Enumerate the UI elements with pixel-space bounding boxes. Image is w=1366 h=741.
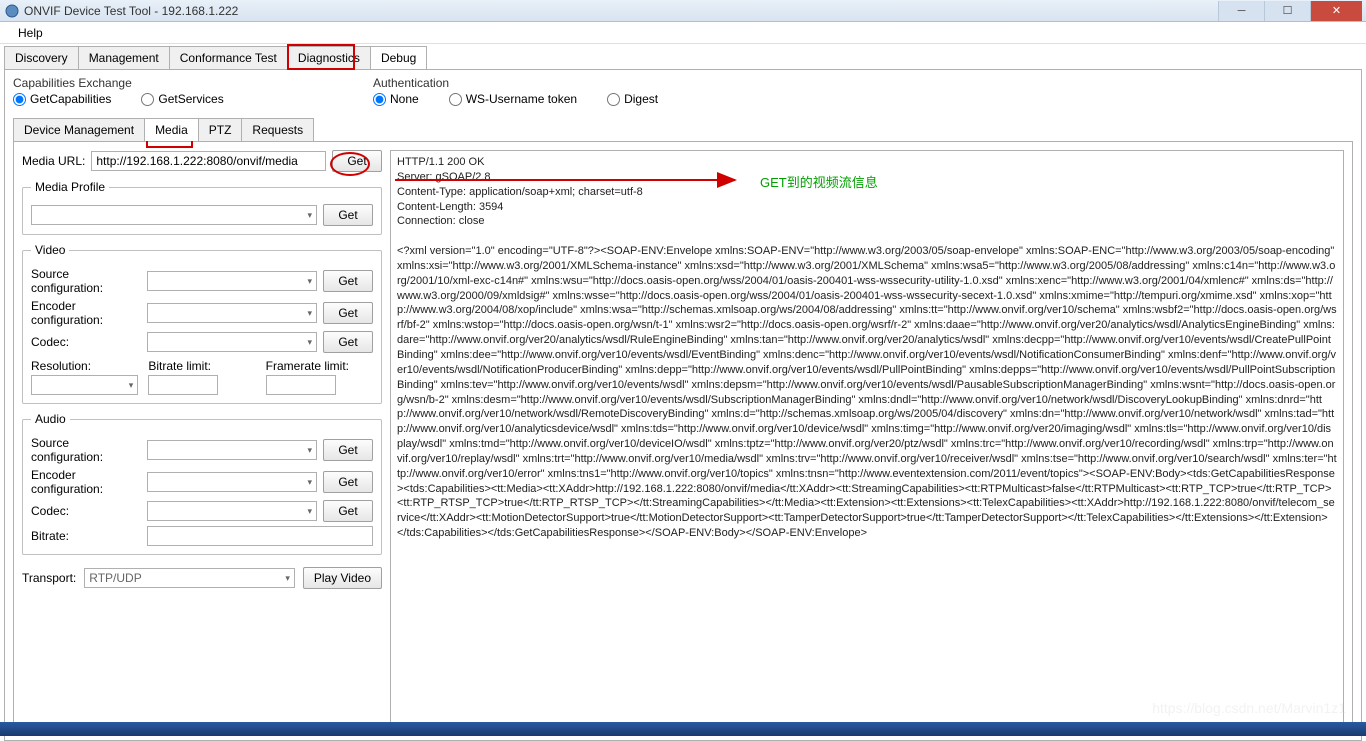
video-srccfg-combo[interactable] (147, 271, 317, 291)
video-enccfg-get[interactable]: Get (323, 302, 373, 324)
titlebar: ONVIF Device Test Tool - 192.168.1.222 ─… (0, 0, 1366, 22)
audio-bitrate-input[interactable] (147, 526, 373, 546)
subtab-device-management[interactable]: Device Management (13, 118, 145, 141)
close-button[interactable]: ✕ (1310, 1, 1362, 21)
audio-srccfg-combo[interactable] (147, 440, 317, 460)
radio-auth-digest[interactable]: Digest (607, 92, 658, 106)
sub-tabs: Device Management Media PTZ Requests (13, 118, 1353, 141)
audio-codec-get[interactable]: Get (323, 500, 373, 522)
audio-enccfg-combo[interactable] (147, 472, 317, 492)
tab-conformance[interactable]: Conformance Test (169, 46, 288, 69)
window-title: ONVIF Device Test Tool - 192.168.1.222 (24, 4, 1218, 18)
play-video-button[interactable]: Play Video (303, 567, 382, 589)
subtab-requests[interactable]: Requests (241, 118, 314, 141)
audio-enccfg-get[interactable]: Get (323, 471, 373, 493)
media-profile-get-button[interactable]: Get (323, 204, 373, 226)
audio-codec-combo[interactable] (147, 501, 317, 521)
video-legend: Video (31, 243, 69, 257)
video-srccfg-label: Source configuration: (31, 267, 141, 295)
menu-help[interactable]: Help (10, 24, 51, 42)
video-framerate-label: Framerate limit: (266, 359, 373, 373)
tab-debug[interactable]: Debug (370, 46, 427, 69)
transport-label: Transport: (22, 571, 76, 585)
audio-group: Audio Source configuration: Get Encoder c… (22, 412, 382, 555)
media-url-get-button[interactable]: Get (332, 150, 382, 172)
audio-enccfg-label: Encoder configuration: (31, 468, 141, 496)
minimize-button[interactable]: ─ (1218, 1, 1264, 21)
capex-header: Capabilities Exchange (13, 76, 343, 90)
media-panel: Media URL: Get Media Profile Get Video S… (13, 141, 1353, 732)
audio-bitrate-label: Bitrate: (31, 529, 141, 543)
video-bitrate-input[interactable] (148, 375, 218, 395)
tab-diagnostics[interactable]: Diagnostics (287, 46, 371, 69)
video-res-label: Resolution: (31, 359, 138, 373)
video-enccfg-label: Encoder configuration: (31, 299, 141, 327)
media-profile-combo[interactable] (31, 205, 317, 225)
video-codec-label: Codec: (31, 335, 141, 349)
video-srccfg-get[interactable]: Get (323, 270, 373, 292)
top-tabs: Discovery Management Conformance Test Di… (4, 46, 1362, 69)
transport-combo[interactable]: RTP/UDP (84, 568, 295, 588)
app-icon (4, 3, 20, 19)
radio-auth-ws[interactable]: WS-Username token (449, 92, 577, 106)
tab-discovery[interactable]: Discovery (4, 46, 79, 69)
video-bitrate-label: Bitrate limit: (148, 359, 255, 373)
menubar: Help (0, 22, 1366, 44)
radio-getcapabilities[interactable]: GetCapabilities (13, 92, 111, 106)
response-textbox[interactable]: HTTP/1.1 200 OK Server: gSOAP/2.8 Conten… (390, 150, 1344, 723)
subtab-media[interactable]: Media (144, 118, 199, 141)
video-enccfg-combo[interactable] (147, 303, 317, 323)
media-url-input[interactable] (91, 151, 326, 171)
maximize-button[interactable]: ☐ (1264, 1, 1310, 21)
media-profile-legend: Media Profile (31, 180, 109, 194)
debug-panel: Capabilities Exchange GetCapabilities Ge… (4, 69, 1362, 741)
video-codec-get[interactable]: Get (323, 331, 373, 353)
radio-auth-none[interactable]: None (373, 92, 419, 106)
auth-header: Authentication (373, 76, 658, 90)
audio-legend: Audio (31, 412, 70, 426)
tab-management[interactable]: Management (78, 46, 170, 69)
watermark-text: https://blog.csdn.net/Marvin1z1 (1152, 700, 1346, 716)
audio-codec-label: Codec: (31, 504, 141, 518)
media-profile-group: Media Profile Get (22, 180, 382, 235)
audio-srccfg-label: Source configuration: (31, 436, 141, 464)
media-url-label: Media URL: (22, 154, 85, 168)
video-group: Video Source configuration: Get Encoder c… (22, 243, 382, 404)
video-codec-combo[interactable] (147, 332, 317, 352)
subtab-ptz[interactable]: PTZ (198, 118, 243, 141)
audio-srccfg-get[interactable]: Get (323, 439, 373, 461)
video-framerate-input[interactable] (266, 375, 336, 395)
video-res-combo[interactable] (31, 375, 138, 395)
taskbar[interactable] (0, 722, 1366, 736)
radio-getservices[interactable]: GetServices (141, 92, 223, 106)
